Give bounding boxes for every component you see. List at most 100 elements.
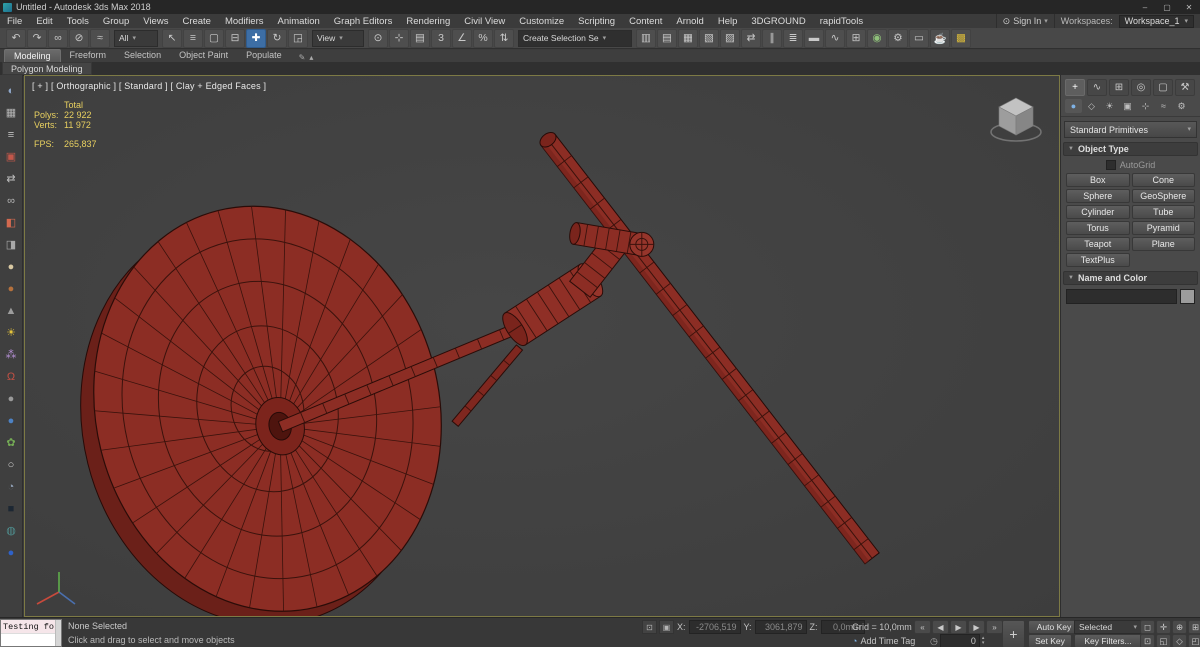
ribbon-tab[interactable]: Object Paint [170, 49, 237, 61]
listener-scrollbar[interactable] [55, 620, 61, 646]
category-icon-cameras[interactable]: ▣ [1119, 99, 1136, 113]
primitive-button-tube[interactable]: Tube [1131, 205, 1195, 219]
menu-item[interactable]: Create [175, 16, 218, 27]
category-icon-geometry[interactable]: ● [1065, 99, 1082, 113]
toolbar-icon-track-view[interactable]: ▤ [657, 28, 677, 48]
menu-item[interactable]: 3DGROUND [744, 16, 812, 27]
toolbar-icon-select-and-move[interactable]: ✚ [246, 28, 266, 48]
named-selection-set-field[interactable]: Create Selection Se ▾ [518, 29, 632, 47]
primitive-button-textplus[interactable]: TextPlus [1066, 253, 1130, 267]
menu-item[interactable]: Rendering [399, 16, 457, 27]
rail-icon-egg-sphere-tool[interactable]: ● [2, 257, 21, 276]
viewport-label[interactable]: [ + ] [ Orthographic ] [ Standard ] [ Cl… [32, 81, 266, 91]
toolbar-icon-sheet-c[interactable]: ▨ [720, 28, 740, 48]
toolbar-icon-rendered-frame-window[interactable]: ▭ [909, 28, 929, 48]
rail-icon-white-circle-tool[interactable]: ○ [2, 455, 21, 474]
toolbar-icon-toggle-ribbon[interactable]: ▬ [804, 28, 824, 48]
rail-icon-blue-sphere-tool[interactable]: ● [2, 411, 21, 430]
rail-icon-swap-tool[interactable]: ⇄ [2, 169, 21, 188]
primitive-button-sphere[interactable]: Sphere [1066, 189, 1130, 203]
menu-item[interactable]: Content [622, 16, 669, 27]
menu-item[interactable]: Modifiers [218, 16, 271, 27]
toolbar-icon-render-setup[interactable]: ⚙ [888, 28, 908, 48]
rail-icon-list-tool[interactable]: ≡ [2, 125, 21, 144]
toolbar-icon-render-production[interactable]: ☕ [930, 28, 950, 48]
toolbar-icon-snaps-toggle[interactable]: 3 [431, 28, 451, 48]
rail-icon-red-box-tool[interactable]: ▣ [2, 147, 21, 166]
ribbon-tab[interactable]: Populate [237, 49, 291, 61]
primitive-button-torus[interactable]: Torus [1066, 221, 1130, 235]
reference-coordinate-dropdown[interactable]: View ▾ [312, 29, 364, 47]
nav-button-pan-view[interactable]: ✛ [1156, 620, 1171, 634]
toolbar-icon-sheet-b[interactable]: ▧ [699, 28, 719, 48]
rail-icon-color-cubes-tool[interactable]: ◧ [2, 213, 21, 232]
menu-item[interactable]: rapidTools [813, 16, 870, 27]
primitive-button-geosphere[interactable]: GeoSphere [1131, 189, 1195, 203]
rail-icon-magnet-tool[interactable]: Ω [2, 367, 21, 386]
toolbar-icon-unlink-selection[interactable]: ⊘ [69, 28, 89, 48]
rail-icon-window-tool[interactable]: ◨ [2, 235, 21, 254]
viewport[interactable]: [ + ] [ Orthographic ] [ Standard ] [ Cl… [24, 75, 1060, 617]
toolbar-icon-mirror[interactable]: ⇄ [741, 28, 761, 48]
toolbar-icon-use-pivot-point-center[interactable]: ⊙ [368, 28, 388, 48]
object-type-rollout-header[interactable]: ▼ Object Type [1063, 142, 1198, 156]
rail-icon-gray-sphere-tool[interactable]: ● [2, 389, 21, 408]
auto-key-button[interactable]: Auto Key [1028, 620, 1080, 634]
panel-tab-create[interactable]: + [1065, 79, 1085, 96]
toolbar-icon-select-object[interactable]: ↖ [162, 28, 182, 48]
primitive-button-cylinder[interactable]: Cylinder [1066, 205, 1130, 219]
toolbar-icon-schematic-view[interactable]: ⊞ [846, 28, 866, 48]
primitive-button-cone[interactable]: Cone [1131, 173, 1195, 187]
primitive-button-teapot[interactable]: Teapot [1066, 237, 1130, 251]
rail-icon-teal-tool[interactable]: ◍ [2, 521, 21, 540]
key-filters-button[interactable]: Key Filters... [1074, 634, 1142, 647]
playback-button-go-to-end[interactable]: » [986, 620, 1003, 634]
menu-item[interactable]: Civil View [457, 16, 512, 27]
toolbar-icon-keyboard-shortcut-override[interactable]: ▤ [410, 28, 430, 48]
tab-polygon-modeling[interactable]: Polygon Modeling [2, 62, 92, 75]
category-icon-helpers[interactable]: ⊹ [1137, 99, 1154, 113]
toolbar-icon-align[interactable]: ∥ [762, 28, 782, 48]
ribbon-tab[interactable]: Modeling [4, 49, 61, 62]
toolbar-icon-window-crossing[interactable]: ⊟ [225, 28, 245, 48]
nav-button-isolate-selection-toggle[interactable]: ◻ [1140, 620, 1155, 634]
set-keys-button[interactable]: + [1002, 620, 1025, 647]
rail-icon-scatter-tool[interactable]: ⁂ [2, 345, 21, 364]
toolbar-icon-curve-editor[interactable]: ∿ [825, 28, 845, 48]
category-icon-lights[interactable]: ☀ [1101, 99, 1118, 113]
primitive-button-pyramid[interactable]: Pyramid [1131, 221, 1195, 235]
category-icon-space-warps[interactable]: ≈ [1155, 99, 1172, 113]
workspace-dropdown[interactable]: Workspace_1 ▾ [1118, 14, 1194, 28]
nav-button-zoom-all[interactable]: ⊞ [1188, 620, 1200, 634]
menu-item[interactable]: Edit [29, 16, 59, 27]
menu-item[interactable]: File [0, 16, 29, 27]
ribbon-collapse-icon[interactable]: ▴ [309, 53, 313, 62]
viewcube[interactable] [987, 88, 1047, 148]
panel-tab-utilities[interactable]: ⚒ [1175, 79, 1195, 96]
key-filter-set-dropdown[interactable]: Selected ▾ [1074, 620, 1142, 634]
rail-icon-cone-tool[interactable]: ▲ [2, 301, 21, 320]
toolbar-icon-angle-snap-toggle[interactable]: ∠ [452, 28, 472, 48]
rail-icon-scene-explorer[interactable]: ◐ [2, 81, 21, 100]
menu-item[interactable]: Views [136, 16, 175, 27]
rail-icon-copper-sphere-tool[interactable]: ● [2, 279, 21, 298]
menu-item[interactable]: Customize [512, 16, 571, 27]
toolbar-icon-select-and-rotate[interactable]: ↻ [267, 28, 287, 48]
sign-in-button[interactable]: ⊙ Sign In ▾ [995, 14, 1055, 28]
menu-item[interactable]: Group [96, 16, 136, 27]
toolbar-icon-undo[interactable]: ↶ [6, 28, 26, 48]
nav-button-zoom-extents[interactable]: ⊡ [1140, 634, 1155, 647]
toolbar-icon-select-and-manipulate[interactable]: ⊹ [389, 28, 409, 48]
toolbar-icon-toggle-layer-explorer[interactable]: ≣ [783, 28, 803, 48]
toolbar-icon-sheet-a[interactable]: ▦ [678, 28, 698, 48]
current-frame-field[interactable]: 0 [939, 634, 980, 647]
x-coordinate-field[interactable]: -2706,519 [688, 620, 741, 634]
toolbar-icon-select-by-name[interactable]: ≡ [183, 28, 203, 48]
minimize-button[interactable]: – [1134, 0, 1156, 14]
autogrid-checkbox[interactable] [1105, 159, 1116, 170]
mini-toggle-selection-lock-toggle[interactable]: ⊡ [642, 620, 657, 634]
toolbar-icon-spinner-snap-toggle[interactable]: ⇅ [494, 28, 514, 48]
ribbon-tab[interactable]: Freeform [61, 49, 116, 61]
toolbar-icon-rectangular-selection-region[interactable]: ▢ [204, 28, 224, 48]
rail-icon-grid-tool[interactable]: ▦ [2, 103, 21, 122]
